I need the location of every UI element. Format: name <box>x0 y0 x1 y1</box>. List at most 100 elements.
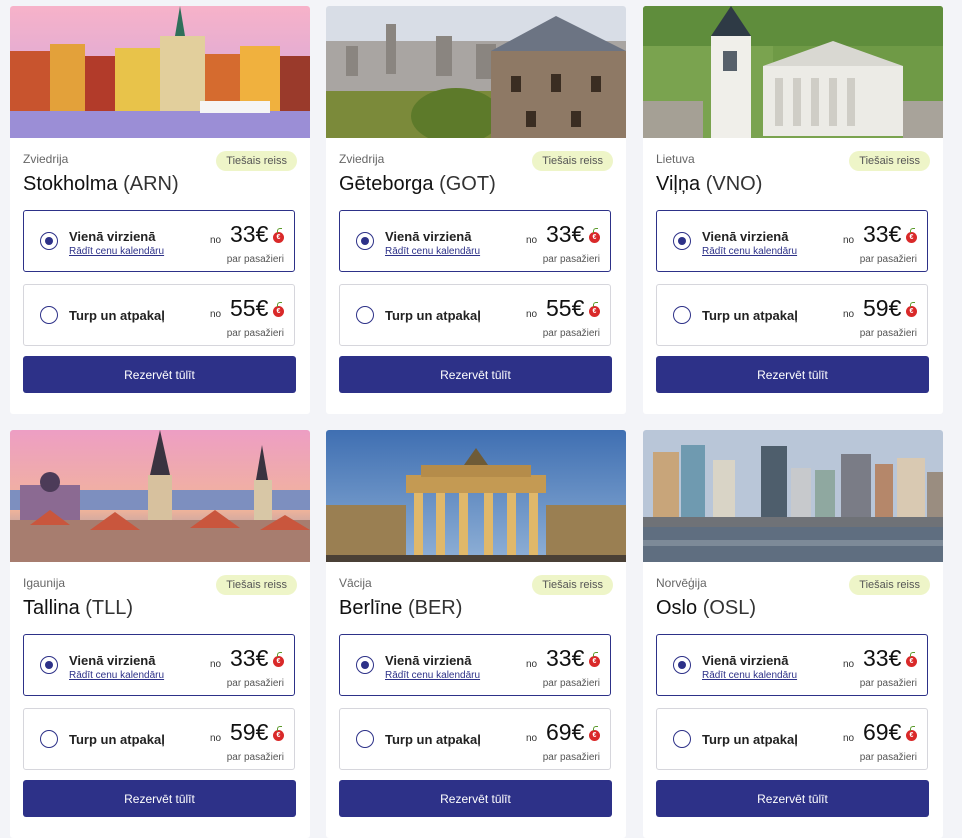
per-passenger-label: par pasažieri <box>859 254 917 265</box>
one-way-radio[interactable] <box>40 232 58 250</box>
one-way-option[interactable]: Vienā virzienā Rādīt cenu kalendāru no 3… <box>23 210 295 272</box>
one-way-radio[interactable] <box>673 232 691 250</box>
one-way-radio[interactable] <box>356 656 374 674</box>
destination-card: Norvēģija Tiešais reiss Oslo (OSL) Vienā… <box>643 430 943 838</box>
euro-cherry-icon: € <box>589 302 600 317</box>
round-trip-option[interactable]: Turp un atpakaļ no 55€ € par pasažieri <box>23 284 295 346</box>
euro-cherry-icon: € <box>906 726 917 741</box>
from-label: no <box>526 659 538 670</box>
per-passenger-label: par pasažieri <box>859 752 917 763</box>
destination-photo-art <box>326 430 626 562</box>
book-now-button[interactable]: Rezervēt tūlīt <box>339 780 612 817</box>
destination-photo <box>643 6 943 138</box>
one-way-price: 33€ <box>230 645 269 671</box>
book-now-button[interactable]: Rezervēt tūlīt <box>23 356 296 393</box>
one-way-radio[interactable] <box>356 232 374 250</box>
airport-code: (GOT) <box>439 173 496 195</box>
round-trip-radio[interactable] <box>40 306 58 324</box>
country-label: Norvēģija <box>656 576 707 590</box>
from-label: no <box>843 235 855 246</box>
one-way-label: Vienā virzienā <box>69 229 156 244</box>
from-label: no <box>526 309 538 320</box>
round-trip-option[interactable]: Turp un atpakaļ no 69€ € par pasažieri <box>339 708 611 770</box>
one-way-option[interactable]: Vienā virzienā Rādīt cenu kalendāru no 3… <box>339 210 611 272</box>
book-now-button[interactable]: Rezervēt tūlīt <box>339 356 612 393</box>
direct-flight-badge: Tiešais reiss <box>216 151 297 171</box>
one-way-radio[interactable] <box>40 656 58 674</box>
round-trip-radio[interactable] <box>356 730 374 748</box>
one-way-option[interactable]: Vienā virzienā Rādīt cenu kalendāru no 3… <box>339 634 611 696</box>
city-name: Viļņa <box>656 173 701 195</box>
from-label: no <box>210 309 222 320</box>
one-way-radio[interactable] <box>673 656 691 674</box>
one-way-label: Vienā virzienā <box>69 653 156 668</box>
round-trip-label: Turp un atpakaļ <box>385 732 481 747</box>
book-now-button[interactable]: Rezervēt tūlīt <box>23 780 296 817</box>
euro-cherry-icon: € <box>906 652 917 667</box>
round-trip-radio[interactable] <box>356 306 374 324</box>
one-way-option[interactable]: Vienā virzienā Rādīt cenu kalendāru no 3… <box>656 634 928 696</box>
book-now-button[interactable]: Rezervēt tūlīt <box>656 356 929 393</box>
price-calendar-link[interactable]: Rādīt cenu kalendāru <box>702 246 797 257</box>
euro-cherry-icon: € <box>273 302 284 317</box>
from-label: no <box>843 733 855 744</box>
round-trip-radio[interactable] <box>40 730 58 748</box>
airport-code: (OSL) <box>702 597 757 619</box>
destination-photo-art <box>643 430 943 562</box>
destination-photo-art <box>326 6 626 138</box>
price-calendar-link[interactable]: Rādīt cenu kalendāru <box>69 670 164 681</box>
per-passenger-label: par pasažieri <box>859 678 917 689</box>
from-label: no <box>210 235 222 246</box>
from-label: no <box>843 309 855 320</box>
city-title: Stokholma (ARN) <box>23 173 179 196</box>
airport-code: (BER) <box>407 597 463 619</box>
price-calendar-link[interactable]: Rādīt cenu kalendāru <box>702 670 797 681</box>
round-trip-price: 55€ <box>546 295 585 321</box>
country-label: Vācija <box>339 576 372 590</box>
round-trip-option[interactable]: Turp un atpakaļ no 59€ € par pasažieri <box>656 284 928 346</box>
price-calendar-link[interactable]: Rādīt cenu kalendāru <box>69 246 164 257</box>
destination-photo-art <box>643 6 943 138</box>
book-now-button[interactable]: Rezervēt tūlīt <box>656 780 929 817</box>
country-label: Lietuva <box>656 152 695 166</box>
price-calendar-link[interactable]: Rādīt cenu kalendāru <box>385 246 480 257</box>
from-label: no <box>210 659 222 670</box>
euro-cherry-icon: € <box>906 228 917 243</box>
airport-code: (TLL) <box>85 597 134 619</box>
one-way-label: Vienā virzienā <box>702 229 789 244</box>
per-passenger-label: par pasažieri <box>226 328 284 339</box>
round-trip-option[interactable]: Turp un atpakaļ no 69€ € par pasažieri <box>656 708 928 770</box>
euro-cherry-icon: € <box>273 726 284 741</box>
city-name: Oslo <box>656 597 698 619</box>
euro-cherry-icon: € <box>589 726 600 741</box>
round-trip-radio[interactable] <box>673 730 691 748</box>
destination-photo <box>326 6 626 138</box>
direct-flight-badge: Tiešais reiss <box>216 575 297 595</box>
round-trip-price: 59€ <box>863 295 902 321</box>
destination-photo <box>326 430 626 562</box>
round-trip-option[interactable]: Turp un atpakaļ no 59€ € par pasažieri <box>23 708 295 770</box>
destination-photo-art <box>10 6 310 138</box>
round-trip-radio[interactable] <box>673 306 691 324</box>
city-name: Stokholma <box>23 173 118 195</box>
round-trip-price: 55€ <box>230 295 269 321</box>
euro-cherry-icon: € <box>273 228 284 243</box>
one-way-option[interactable]: Vienā virzienā Rādīt cenu kalendāru no 3… <box>656 210 928 272</box>
city-title: Tallina (TLL) <box>23 597 133 620</box>
direct-flight-badge: Tiešais reiss <box>532 151 613 171</box>
one-way-label: Vienā virzienā <box>385 653 472 668</box>
round-trip-label: Turp un atpakaļ <box>69 732 165 747</box>
country-label: Igaunija <box>23 576 66 590</box>
round-trip-price: 69€ <box>863 719 902 745</box>
destination-card: Zviedrija Tiešais reiss Gēteborga (GOT) … <box>326 6 626 414</box>
destination-photo-art <box>10 430 310 562</box>
per-passenger-label: par pasažieri <box>226 752 284 763</box>
price-calendar-link[interactable]: Rādīt cenu kalendāru <box>385 670 480 681</box>
one-way-price: 33€ <box>546 221 585 247</box>
one-way-option[interactable]: Vienā virzienā Rādīt cenu kalendāru no 3… <box>23 634 295 696</box>
direct-flight-badge: Tiešais reiss <box>532 575 613 595</box>
destination-card: Igaunija Tiešais reiss Tallina (TLL) Vie… <box>10 430 310 838</box>
city-title: Viļņa (VNO) <box>656 173 762 196</box>
round-trip-option[interactable]: Turp un atpakaļ no 55€ € par pasažieri <box>339 284 611 346</box>
one-way-label: Vienā virzienā <box>385 229 472 244</box>
